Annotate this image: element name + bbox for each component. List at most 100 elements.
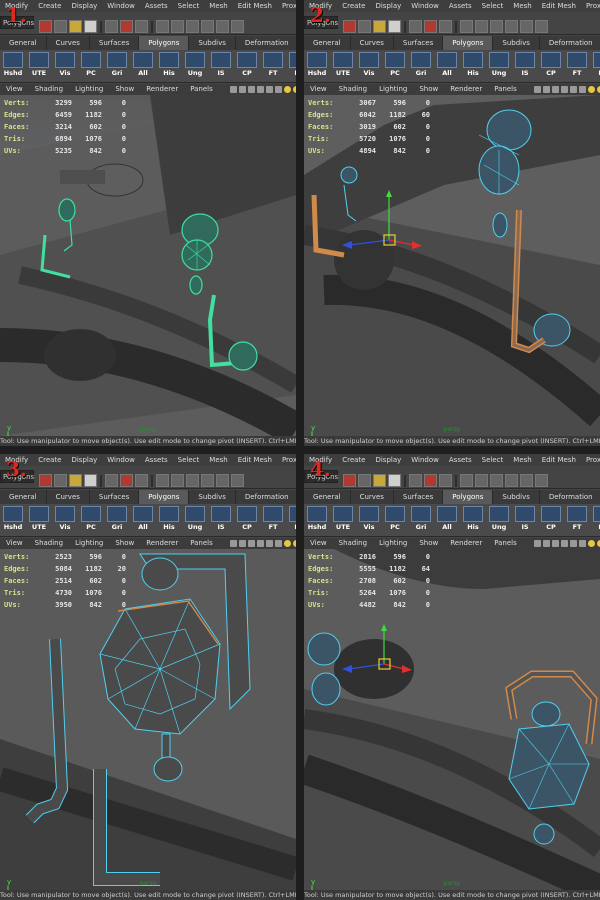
mask-icon[interactable]: [201, 20, 214, 33]
open-file-icon[interactable]: [358, 474, 371, 487]
shelf-button-all[interactable]: All: [132, 506, 154, 532]
camera-icon[interactable]: [533, 85, 541, 93]
shelf-tab-general[interactable]: General: [304, 490, 351, 504]
viewport-persp[interactable]: Verts: 3299 596 0 Edges: 6459 1182 0 Faces: 3214 6…: [0, 95, 296, 436]
shelf-button-is[interactable]: IS: [514, 506, 536, 532]
camera-icon[interactable]: [542, 85, 550, 93]
select-component-icon[interactable]: [439, 474, 452, 487]
shelf-tab-general[interactable]: General: [0, 36, 47, 50]
light-icon[interactable]: [587, 85, 595, 93]
shelf-tab-curves[interactable]: Curves: [47, 36, 90, 50]
shelf-button-ung[interactable]: Ung: [184, 506, 206, 532]
mask-icon[interactable]: [475, 20, 488, 33]
menu-create[interactable]: Create: [337, 0, 370, 12]
save-icon[interactable]: [388, 474, 401, 487]
menu-proxy[interactable]: Proxy: [581, 0, 600, 12]
mask-icon[interactable]: [490, 20, 503, 33]
shelf-tab-polygons[interactable]: Polygons: [443, 36, 494, 50]
menu-assets[interactable]: Assets: [444, 454, 477, 466]
panel-menu-show[interactable]: Show: [413, 84, 444, 95]
shelf-button-pc[interactable]: PC: [384, 52, 406, 78]
menu-assets[interactable]: Assets: [140, 0, 173, 12]
folder-icon[interactable]: [373, 20, 386, 33]
shelf-tab-subdivs[interactable]: Subdivs: [189, 490, 236, 504]
menu-mesh[interactable]: Mesh: [204, 0, 232, 12]
shelf-button-pc[interactable]: PC: [80, 506, 102, 532]
panel-menu-shading[interactable]: Shading: [29, 84, 69, 95]
shelf-button-ute[interactable]: UTE: [332, 506, 354, 532]
panel-menu-view[interactable]: View: [304, 84, 333, 95]
camera-icon[interactable]: [533, 539, 541, 547]
mask-icon[interactable]: [216, 474, 229, 487]
wireframe-icon[interactable]: [560, 539, 568, 547]
select-hierarchy-icon[interactable]: [409, 474, 422, 487]
mask-icon[interactable]: [490, 474, 503, 487]
select-tool-icon[interactable]: [39, 20, 52, 33]
shelf-tab-surfaces[interactable]: Surfaces: [394, 36, 444, 50]
shelf-button-vis[interactable]: Vis: [54, 52, 76, 78]
select-hierarchy-icon[interactable]: [105, 20, 118, 33]
shelf-button-his[interactable]: His: [158, 506, 180, 532]
shelf-button-ute[interactable]: UTE: [332, 52, 354, 78]
mask-icon[interactable]: [520, 20, 533, 33]
shelf-button-gri[interactable]: Gri: [106, 52, 128, 78]
light-icon[interactable]: [283, 539, 291, 547]
shelf-button-hshd[interactable]: Hshd: [2, 506, 24, 532]
camera-icon[interactable]: [229, 539, 237, 547]
menu-display[interactable]: Display: [66, 0, 102, 12]
shelf-tab-surfaces[interactable]: Surfaces: [90, 36, 140, 50]
shelf-tab-subdivs[interactable]: Subdivs: [189, 36, 236, 50]
texture-icon[interactable]: [274, 539, 282, 547]
panel-menu-lighting[interactable]: Lighting: [373, 84, 413, 95]
mask-icon[interactable]: [460, 20, 473, 33]
menu-create[interactable]: Create: [33, 0, 66, 12]
select-tool-icon[interactable]: [343, 474, 356, 487]
save-icon[interactable]: [84, 20, 97, 33]
panel-menu-view[interactable]: View: [0, 84, 29, 95]
select-object-icon[interactable]: [120, 20, 133, 33]
mask-icon[interactable]: [156, 474, 169, 487]
panel-menu-renderer[interactable]: Renderer: [444, 84, 488, 95]
mask-icon[interactable]: [475, 474, 488, 487]
panel-menu-show[interactable]: Show: [109, 84, 140, 95]
grid-icon[interactable]: [247, 85, 255, 93]
shelf-button-ung[interactable]: Ung: [488, 506, 510, 532]
shelf-tab-curves[interactable]: Curves: [351, 490, 394, 504]
panel-menu-panels[interactable]: Panels: [488, 84, 523, 95]
menu-edit-mesh[interactable]: Edit Mesh: [537, 454, 581, 466]
panel-menu-view[interactable]: View: [0, 538, 29, 549]
menu-select[interactable]: Select: [173, 454, 205, 466]
mask-icon[interactable]: [201, 474, 214, 487]
shelf-button-pc[interactable]: PC: [80, 52, 102, 78]
menu-mesh[interactable]: Mesh: [508, 454, 536, 466]
shelf-tab-deformation[interactable]: Deformation: [540, 36, 600, 50]
menu-display[interactable]: Display: [370, 0, 406, 12]
light-icon[interactable]: [587, 539, 595, 547]
shelf-button-ft[interactable]: FT: [262, 506, 284, 532]
mask-icon[interactable]: [171, 474, 184, 487]
menu-proxy[interactable]: Proxy: [277, 454, 296, 466]
select-object-icon[interactable]: [424, 20, 437, 33]
shelf-button-ute[interactable]: UTE: [28, 506, 50, 532]
smooth-shade-icon[interactable]: [569, 539, 577, 547]
folder-icon[interactable]: [69, 474, 82, 487]
shelf-button-vis[interactable]: Vis: [358, 506, 380, 532]
menu-select[interactable]: Select: [477, 454, 509, 466]
shelf-button-gri[interactable]: Gri: [410, 506, 432, 532]
shelf-button-cp[interactable]: CP: [236, 52, 258, 78]
mask-icon[interactable]: [186, 20, 199, 33]
shelf-tab-deformation[interactable]: Deformation: [540, 490, 600, 504]
grid-icon[interactable]: [551, 539, 559, 547]
shelf-button-cp[interactable]: CP: [236, 506, 258, 532]
grid-icon[interactable]: [551, 85, 559, 93]
menu-edit-mesh[interactable]: Edit Mesh: [537, 0, 581, 12]
mask-icon[interactable]: [505, 474, 518, 487]
camera-icon[interactable]: [238, 539, 246, 547]
shelf-tab-polygons[interactable]: Polygons: [443, 490, 494, 504]
wireframe-icon[interactable]: [560, 85, 568, 93]
light-icon[interactable]: [283, 85, 291, 93]
select-object-icon[interactable]: [120, 474, 133, 487]
texture-icon[interactable]: [578, 85, 586, 93]
shelf-button-gri[interactable]: Gri: [410, 52, 432, 78]
wireframe-icon[interactable]: [256, 85, 264, 93]
